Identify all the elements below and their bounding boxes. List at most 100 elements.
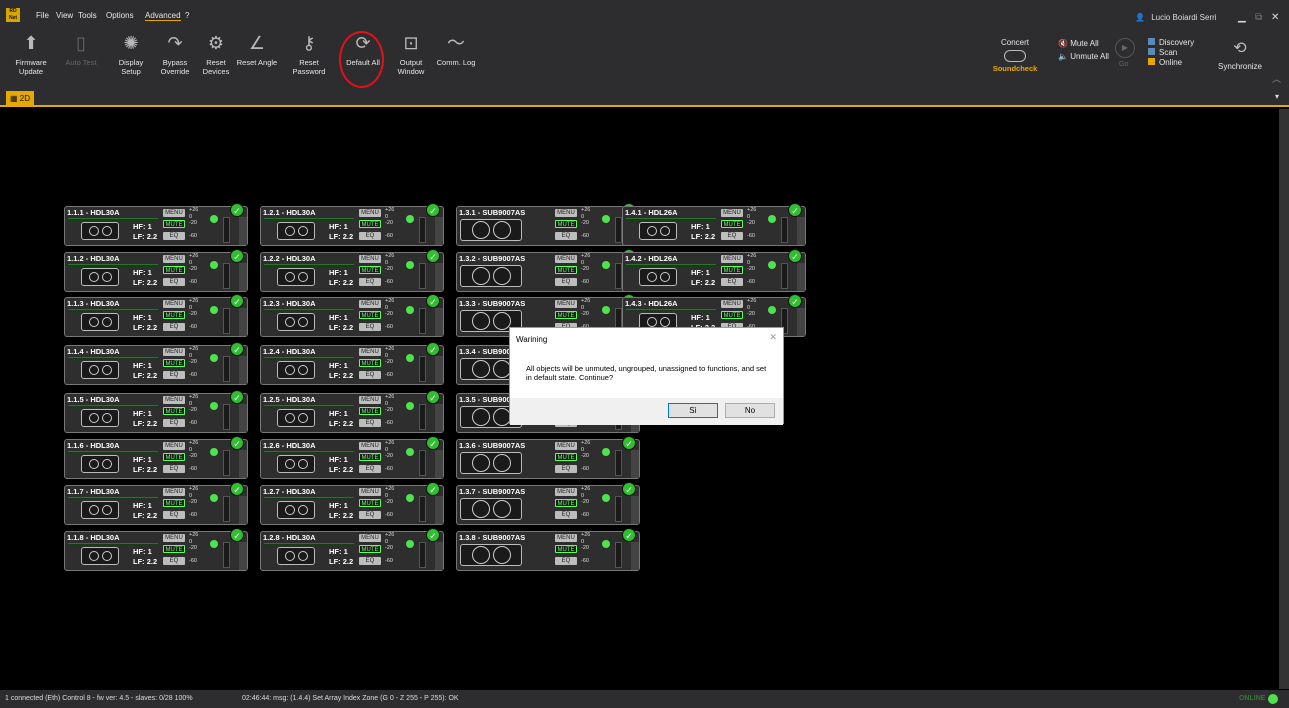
menu-button[interactable]: MENU — [359, 534, 381, 542]
fader[interactable] — [239, 542, 247, 570]
scan-button[interactable]: Scan — [1148, 48, 1177, 57]
eq-button[interactable]: EQ — [555, 511, 577, 519]
eq-button[interactable]: EQ — [555, 465, 577, 473]
reset-password-button[interactable]: ⚷ Reset Password — [286, 28, 332, 90]
user-area[interactable]: 👤 Lucio Boiardi Serri — [1135, 13, 1217, 22]
mute-button[interactable]: MUTE — [555, 220, 577, 228]
synchronize-button[interactable]: ⟲ Synchronize — [1210, 38, 1270, 71]
concert-toggle[interactable]: Concert Soundcheck — [990, 38, 1040, 73]
tab-2d[interactable]: ▦ 2D — [6, 91, 35, 106]
comm-log-button[interactable]: 〜 Comm. Log — [433, 28, 479, 90]
menu-file[interactable]: File — [36, 11, 49, 20]
mute-button[interactable]: MUTE — [555, 453, 577, 461]
mute-button[interactable]: MUTE — [359, 311, 381, 319]
mute-button[interactable]: MUTE — [555, 545, 577, 553]
menu-button[interactable]: MENU — [555, 488, 577, 496]
eq-button[interactable]: EQ — [359, 557, 381, 565]
eq-button[interactable]: EQ — [555, 278, 577, 286]
mute-button[interactable]: MUTE — [359, 499, 381, 507]
device-card[interactable]: 1.2.4 - HDL30A HF: 1 LF: 2.2 MENU MUTE EQ +26 0… — [260, 342, 444, 385]
fader[interactable] — [435, 263, 443, 291]
mute-button[interactable]: MUTE — [163, 266, 185, 274]
fader[interactable] — [797, 263, 805, 291]
menu-tools[interactable]: Tools — [78, 11, 97, 20]
device-card[interactable]: 1.2.8 - HDL30A HF: 1 LF: 2.2 MENU MUTE EQ +26 0… — [260, 528, 444, 571]
unmute-all-button[interactable]: 🔈 Unmute All — [1058, 52, 1109, 61]
fader[interactable] — [239, 263, 247, 291]
device-card[interactable]: 1.4.1 - HDL26A HF: 1 LF: 2.2 MENU MUTE EQ +26 0… — [622, 203, 806, 246]
firmware-update-button[interactable]: ⬆ Firmware Update — [8, 28, 54, 90]
output-window-button[interactable]: ⊡ Output Window — [388, 28, 434, 90]
menu-button[interactable]: MENU — [163, 442, 185, 450]
menu-button[interactable]: MENU — [163, 396, 185, 404]
menu-button[interactable]: MENU — [555, 534, 577, 542]
discovery-button[interactable]: Discovery — [1148, 38, 1194, 47]
auto-test-button[interactable]: ▯ Auto Test — [58, 28, 104, 90]
mute-button[interactable]: MUTE — [163, 407, 185, 415]
mute-button[interactable]: MUTE — [163, 359, 185, 367]
mute-button[interactable]: MUTE — [163, 499, 185, 507]
fader[interactable] — [797, 217, 805, 245]
device-card[interactable]: 1.2.5 - HDL30A HF: 1 LF: 2.2 MENU MUTE EQ +26 0… — [260, 390, 444, 433]
menu-advanced[interactable]: Advanced — [145, 11, 181, 21]
collapse-ribbon-icon[interactable]: ︿ — [1272, 72, 1281, 85]
eq-button[interactable]: EQ — [555, 557, 577, 565]
restore-icon[interactable]: ⧉ — [1255, 12, 1262, 23]
eq-button[interactable]: EQ — [163, 371, 185, 379]
reset-angle-button[interactable]: ∠ Reset Angle — [234, 28, 280, 90]
menu-button[interactable]: MENU — [359, 348, 381, 356]
device-card[interactable]: 1.3.7 - SUB9007AS MENU MUTE EQ +26 0 -20 -60 ✓ — [456, 482, 640, 525]
mute-button[interactable]: MUTE — [359, 407, 381, 415]
menu-button[interactable]: MENU — [555, 442, 577, 450]
device-card[interactable]: 1.2.1 - HDL30A HF: 1 LF: 2.2 MENU MUTE EQ +26 0… — [260, 203, 444, 246]
fader[interactable] — [435, 308, 443, 336]
eq-button[interactable]: EQ — [721, 278, 743, 286]
mute-button[interactable]: MUTE — [721, 311, 743, 319]
minimize-icon[interactable]: ▁ — [1238, 12, 1246, 23]
device-card[interactable]: 1.1.6 - HDL30A HF: 1 LF: 2.2 MENU MUTE EQ +26 0… — [64, 436, 248, 479]
fader[interactable] — [239, 496, 247, 524]
eq-button[interactable]: EQ — [721, 232, 743, 240]
fader[interactable] — [239, 404, 247, 432]
display-setup-button[interactable]: ✺ Display Setup — [108, 28, 154, 90]
mute-button[interactable]: MUTE — [359, 545, 381, 553]
mute-button[interactable]: MUTE — [163, 311, 185, 319]
menu-button[interactable]: MENU — [555, 255, 577, 263]
eq-button[interactable]: EQ — [163, 419, 185, 427]
device-card[interactable]: 1.2.2 - HDL30A HF: 1 LF: 2.2 MENU MUTE EQ +26 0… — [260, 249, 444, 292]
vertical-scrollbar[interactable] — [1279, 109, 1289, 689]
tab-dropdown-icon[interactable]: ▾ — [1275, 92, 1279, 101]
fader[interactable] — [239, 450, 247, 478]
menu-button[interactable]: MENU — [359, 209, 381, 217]
mute-button[interactable]: MUTE — [163, 453, 185, 461]
device-card[interactable]: 1.4.2 - HDL26A HF: 1 LF: 2.2 MENU MUTE EQ +26 0… — [622, 249, 806, 292]
eq-button[interactable]: EQ — [359, 511, 381, 519]
device-card[interactable]: 1.1.8 - HDL30A HF: 1 LF: 2.2 MENU MUTE EQ +26 0… — [64, 528, 248, 571]
go-button[interactable]: ▶ — [1115, 38, 1135, 58]
fader[interactable] — [435, 450, 443, 478]
eq-button[interactable]: EQ — [359, 232, 381, 240]
bypass-override-button[interactable]: ↷ Bypass Override — [152, 28, 198, 90]
device-card[interactable]: 1.1.7 - HDL30A HF: 1 LF: 2.2 MENU MUTE EQ +26 0… — [64, 482, 248, 525]
menu-button[interactable]: MENU — [359, 396, 381, 404]
eq-button[interactable]: EQ — [163, 465, 185, 473]
menu-button[interactable]: MENU — [359, 442, 381, 450]
device-card[interactable]: 1.2.3 - HDL30A HF: 1 LF: 2.2 MENU MUTE EQ +26 0… — [260, 294, 444, 337]
eq-button[interactable]: EQ — [555, 232, 577, 240]
eq-button[interactable]: EQ — [359, 465, 381, 473]
mute-button[interactable]: MUTE — [555, 266, 577, 274]
dialog-close-icon[interactable]: ✕ — [769, 332, 777, 343]
menu-view[interactable]: View — [56, 11, 73, 20]
online-button[interactable]: Online — [1148, 58, 1182, 67]
menu-button[interactable]: MENU — [163, 534, 185, 542]
eq-button[interactable]: EQ — [163, 511, 185, 519]
mute-button[interactable]: MUTE — [359, 220, 381, 228]
eq-button[interactable]: EQ — [163, 232, 185, 240]
fader[interactable] — [435, 404, 443, 432]
eq-button[interactable]: EQ — [359, 371, 381, 379]
device-card[interactable]: 1.2.7 - HDL30A HF: 1 LF: 2.2 MENU MUTE EQ +26 0… — [260, 482, 444, 525]
eq-button[interactable]: EQ — [359, 419, 381, 427]
device-card[interactable]: 1.3.6 - SUB9007AS MENU MUTE EQ +26 0 -20 -60 ✓ — [456, 436, 640, 479]
eq-button[interactable]: EQ — [163, 278, 185, 286]
close-icon[interactable]: ✕ — [1271, 12, 1279, 23]
